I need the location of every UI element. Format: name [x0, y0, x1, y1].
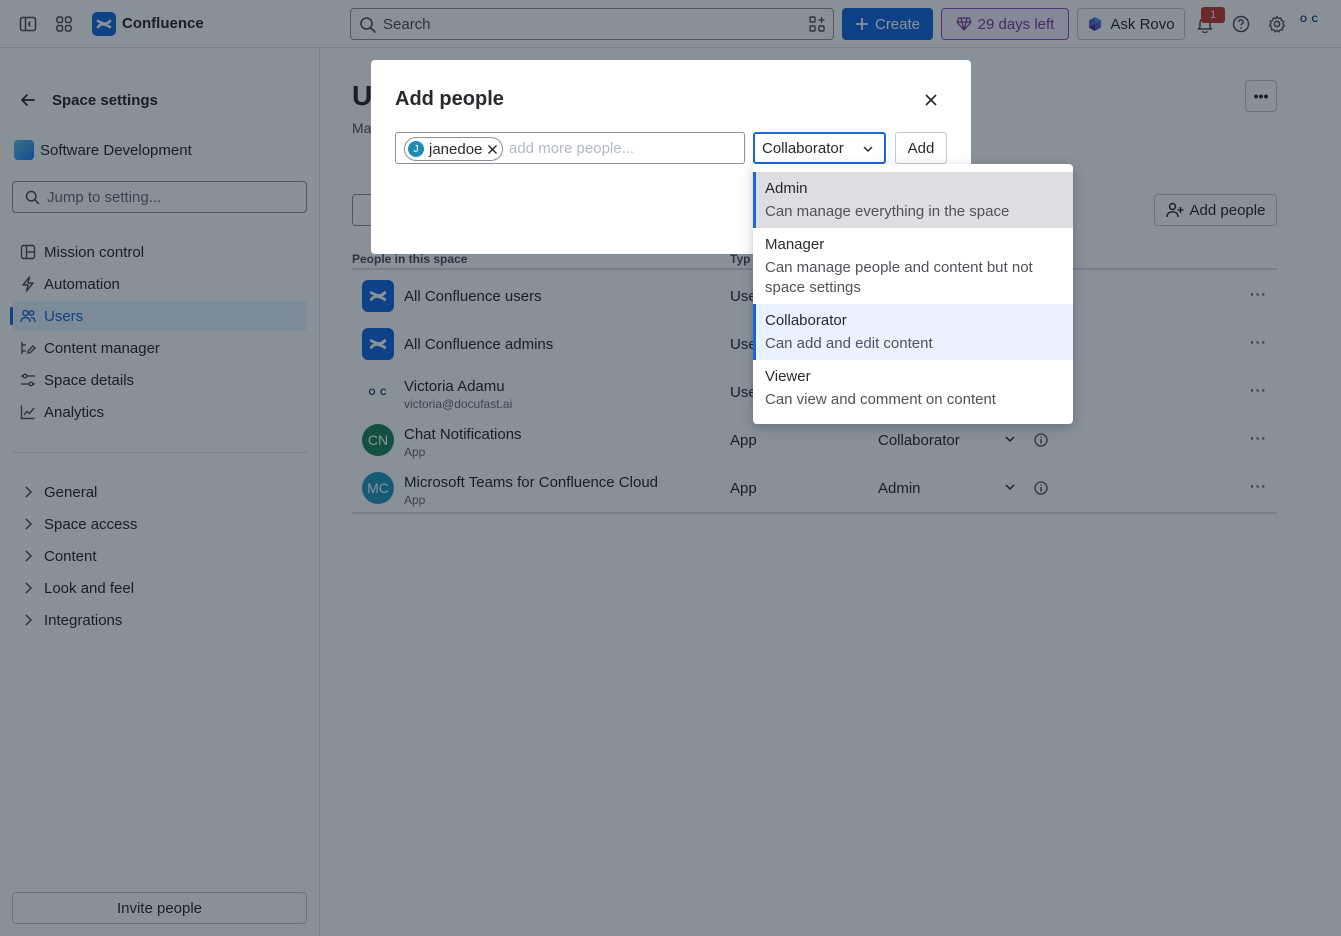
option-title: Collaborator — [765, 312, 847, 329]
chip-avatar: J — [408, 141, 424, 157]
add-button[interactable]: Add — [895, 132, 947, 164]
close-button[interactable] — [919, 88, 943, 112]
dialog-title: Add people — [395, 88, 504, 110]
role-option-manager[interactable]: Manager Can manage people and content bu… — [753, 228, 1073, 304]
remove-chip-icon[interactable] — [487, 144, 498, 155]
option-description: Can manage people and content but not sp… — [765, 259, 1033, 296]
people-placeholder: add more people... — [509, 140, 635, 157]
role-select[interactable]: Collaborator — [753, 132, 886, 164]
option-title: Admin — [765, 180, 808, 197]
role-option-collaborator[interactable]: Collaborator Can add and edit content — [753, 304, 1073, 360]
role-option-viewer[interactable]: Viewer Can view and comment on content — [753, 360, 1073, 416]
role-dropdown-menu: Admin Can manage everything in the space… — [753, 164, 1073, 424]
option-description: Can manage everything in the space — [765, 203, 1010, 220]
role-option-admin[interactable]: Admin Can manage everything in the space — [753, 172, 1073, 228]
option-title: Manager — [765, 236, 825, 253]
chevron-down-icon — [863, 146, 873, 153]
selected-person-chip: J janedoe — [404, 137, 504, 161]
option-title: Viewer — [765, 368, 811, 385]
role-select-value: Collaborator — [762, 139, 844, 157]
chip-label: janedoe — [429, 140, 483, 158]
option-description: Can add and edit content — [765, 335, 933, 352]
option-description: Can view and comment on content — [765, 391, 996, 408]
close-icon — [925, 94, 937, 106]
people-picker-input[interactable]: J janedoe add more people... — [395, 132, 745, 164]
